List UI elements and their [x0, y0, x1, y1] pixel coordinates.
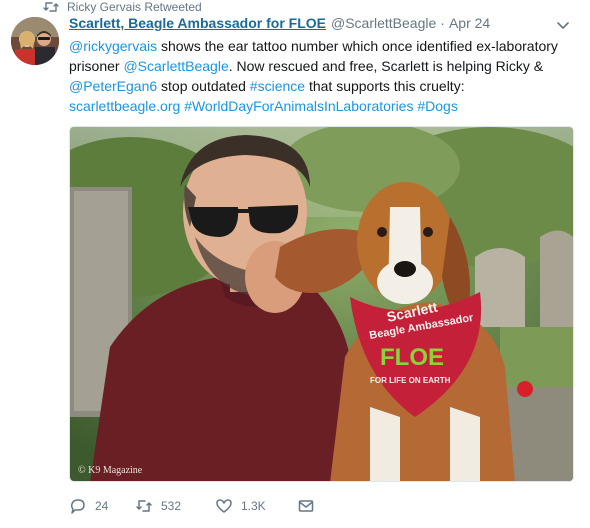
tweet-text-line: prisoner @ScarlettBeagle. Now rescued an…	[69, 56, 574, 76]
tweet-link[interactable]: #Dogs	[417, 98, 457, 114]
tweet-text-segment: that supports this cruelty:	[305, 78, 465, 94]
like-count: 1.3K	[241, 499, 266, 513]
separator-dot: ·	[440, 15, 445, 31]
tweet-text-line: @rickygervais shows the ear tattoo numbe…	[69, 36, 574, 56]
photo-ricky-and-beagle: Scarlett Beagle Ambassador FLOE FOR LIFE…	[70, 127, 573, 481]
avatar[interactable]	[11, 17, 59, 65]
author-fullname[interactable]: Scarlett, Beagle Ambassador for FLOE	[69, 15, 326, 31]
bandana-logo-text: FLOE	[380, 344, 444, 371]
reply-count: 24	[95, 499, 109, 513]
retweeter-link[interactable]: Ricky Gervais Retweeted	[67, 0, 202, 14]
reply-button[interactable]: 24	[69, 497, 135, 515]
tweet-photo[interactable]: Scarlett Beagle Ambassador FLOE FOR LIFE…	[69, 126, 574, 482]
retweet-icon	[135, 497, 153, 515]
tweet-timestamp[interactable]: Apr 24	[449, 15, 490, 31]
retweet-context: Ricky Gervais Retweeted	[43, 0, 202, 14]
more-options-button[interactable]	[556, 18, 572, 34]
tweet-link[interactable]: scarlettbeagle.org	[69, 98, 180, 114]
tweet-text-segment: stop outdated	[157, 78, 250, 94]
tweet-header: Scarlett, Beagle Ambassador for FLOE @Sc…	[69, 15, 490, 37]
tweet-text-line: @PeterEgan6 stop outdated #science that …	[69, 76, 574, 96]
retweet-button[interactable]: 532	[135, 497, 215, 515]
bandana-slogan-text: FOR LIFE ON EARTH	[370, 376, 451, 385]
tweet-actions: 24 532 1.3K	[69, 497, 315, 515]
tweet-text-segment: prisoner	[69, 58, 124, 74]
tweet-text: @rickygervais shows the ear tattoo numbe…	[69, 36, 574, 116]
tweet[interactable]: Ricky Gervais Retweeted Scarlett, Beagle…	[0, 0, 590, 528]
envelope-icon	[297, 497, 315, 515]
tweet-text-line: scarlettbeagle.org #WorldDayForAnimalsIn…	[69, 96, 574, 116]
retweet-icon	[43, 1, 59, 13]
tweet-link[interactable]: #WorldDayForAnimalsInLaboratories	[184, 98, 413, 114]
heart-icon	[215, 497, 233, 515]
reply-icon	[69, 497, 87, 515]
author-username[interactable]: @ScarlettBeagle	[331, 15, 436, 31]
retweet-count: 532	[161, 499, 182, 513]
direct-message-button[interactable]	[297, 497, 315, 515]
tweet-link[interactable]: @ScarlettBeagle	[123, 58, 228, 74]
photo-watermark: © K9 Magazine	[78, 465, 143, 476]
chevron-down-icon	[556, 18, 572, 32]
like-button[interactable]: 1.3K	[215, 497, 297, 515]
tweet-text-segment: . Now rescued and free, Scarlett is help…	[228, 58, 544, 74]
tweet-link[interactable]: @PeterEgan6	[69, 78, 157, 94]
tweet-link[interactable]: #science	[250, 78, 305, 94]
tweet-link[interactable]: @rickygervais	[69, 38, 157, 54]
tweet-text-segment: shows the ear tattoo number which once i…	[157, 38, 558, 54]
